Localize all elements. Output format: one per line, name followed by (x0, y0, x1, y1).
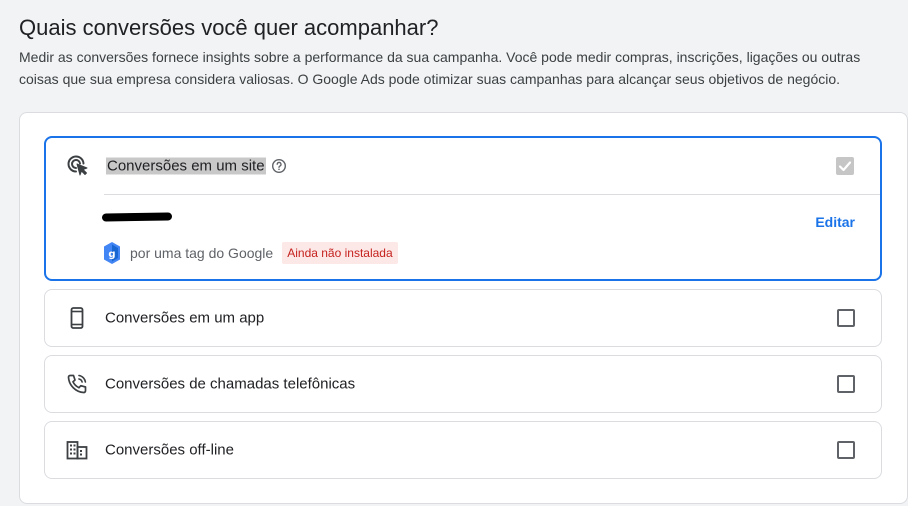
svg-text:g: g (108, 249, 115, 260)
redacted-site-name (101, 212, 173, 222)
option-app-row[interactable]: Conversões em um app (45, 290, 881, 346)
option-app-card[interactable]: Conversões em um app (44, 289, 882, 347)
option-calls-card[interactable]: Conversões de chamadas telefônicas (44, 355, 882, 413)
status-badge: Ainda não instalada (282, 242, 398, 264)
building-icon (65, 438, 89, 462)
option-website-label: Conversões em um site (106, 157, 266, 175)
option-website-divider (104, 194, 880, 195)
option-app-checkbox[interactable] (837, 309, 855, 327)
option-offline-row[interactable]: Conversões off-line (45, 422, 881, 478)
conversion-options-panel: Conversões em um site Editar g por uma t… (19, 112, 908, 504)
option-offline-label: Conversões off-line (105, 441, 234, 459)
option-calls-label: Conversões de chamadas telefônicas (105, 375, 356, 393)
tag-method-row: g por uma tag do Google Ainda não instal… (104, 241, 398, 265)
option-website-checkbox[interactable] (836, 157, 854, 175)
google-tag-icon: g (104, 242, 120, 264)
cursor-click-icon (66, 154, 90, 178)
tag-method-text: por uma tag do Google (130, 245, 274, 261)
page-description: Medir as conversões fornece insights sob… (19, 49, 861, 87)
page-title: Quais conversões você quer acompanhar? (19, 15, 439, 40)
option-offline-checkbox[interactable] (837, 441, 855, 459)
help-icon[interactable] (271, 158, 287, 174)
option-calls-checkbox[interactable] (837, 375, 855, 393)
phone-icon (65, 306, 89, 330)
option-website-card[interactable]: Conversões em um site Editar g por uma t… (44, 136, 882, 281)
page-header: Quais conversões você quer acompanhar? M… (19, 14, 899, 90)
option-offline-card[interactable]: Conversões off-line (44, 421, 882, 479)
edit-button[interactable]: Editar (815, 214, 855, 230)
phone-call-icon (65, 372, 89, 396)
option-app-label: Conversões em um app (105, 309, 265, 327)
option-website-row[interactable]: Conversões em um site (46, 138, 880, 194)
option-calls-row[interactable]: Conversões de chamadas telefônicas (45, 356, 881, 412)
